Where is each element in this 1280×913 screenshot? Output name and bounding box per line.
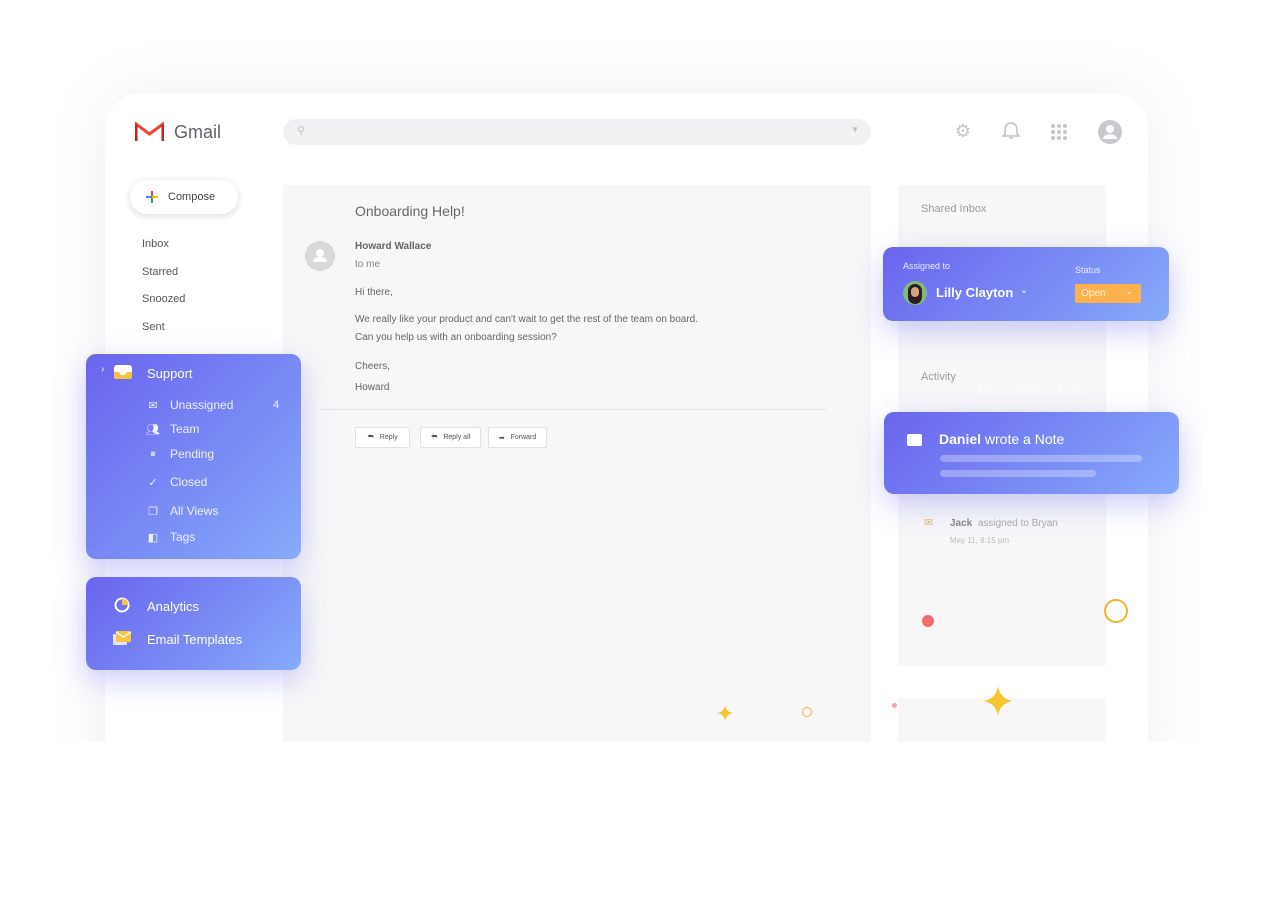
support-item-team[interactable]: 👥︎ Team bbox=[146, 422, 199, 436]
email-templates-link[interactable]: Email Templates bbox=[147, 632, 242, 647]
gear-icon[interactable]: ⚙ bbox=[952, 120, 974, 142]
bottom-fade bbox=[0, 742, 1280, 913]
placeholder-line bbox=[940, 455, 1142, 462]
chevron-right-icon[interactable]: › bbox=[101, 364, 104, 375]
support-item-tags[interactable]: ◧ Tags bbox=[146, 530, 196, 544]
plus-icon bbox=[146, 191, 158, 203]
account-icon[interactable] bbox=[1098, 120, 1122, 149]
note-card: Daniel wrote a Note bbox=[884, 412, 1179, 494]
apps-grid-icon[interactable] bbox=[1050, 123, 1068, 146]
chevron-down-icon: ⌄ bbox=[1125, 286, 1133, 296]
ghost-note-text: Daniel wrote a Note bbox=[978, 383, 1084, 397]
unassigned-count: 4 bbox=[273, 399, 280, 411]
extras-card: Analytics Email Templates bbox=[86, 577, 301, 670]
email-subject: Onboarding Help! bbox=[355, 203, 465, 219]
chevron-down-icon[interactable]: ⌄ bbox=[1020, 285, 1028, 296]
analytics-link[interactable]: Analytics bbox=[147, 599, 199, 614]
body-line: We really like your product and can't wa… bbox=[355, 314, 699, 325]
status-value: Open bbox=[1081, 288, 1106, 299]
signature: Howard bbox=[355, 382, 390, 393]
reply-all-button[interactable]: ⮪ Reply all bbox=[420, 427, 481, 448]
team-icon: 👥︎ bbox=[146, 423, 160, 436]
decor-ring bbox=[802, 707, 812, 717]
support-inbox-card: › Support ✉ Unassigned 4 👥︎ Team ⏸︎ Pending… bbox=[86, 354, 301, 559]
nav-sent[interactable]: Sent bbox=[142, 321, 165, 333]
app-name: Gmail bbox=[174, 122, 222, 142]
nav-inbox[interactable]: Inbox bbox=[142, 238, 169, 250]
nav-starred[interactable]: Starred bbox=[142, 266, 178, 278]
divider bbox=[320, 409, 826, 410]
support-item-unassigned[interactable]: ✉ Unassigned bbox=[146, 398, 233, 412]
assignee-avatar bbox=[903, 281, 927, 305]
activity-time: May 11, 8:15 pm bbox=[950, 536, 1009, 545]
support-title[interactable]: Support bbox=[147, 366, 193, 381]
sender-name: Howard Wallace bbox=[355, 241, 432, 252]
status-dropdown[interactable]: Open ⌄ bbox=[1075, 284, 1141, 303]
note-text: wrote a Note bbox=[981, 431, 1065, 447]
reply-button[interactable]: ⮪ Reply bbox=[355, 427, 410, 448]
activity-actor: Jack bbox=[950, 518, 973, 529]
email-templates-icon bbox=[113, 631, 131, 645]
signoff: Cheers, bbox=[355, 361, 391, 372]
reply-icon: ⮪ bbox=[367, 433, 374, 441]
inbox-tray-icon bbox=[114, 365, 132, 379]
chevron-down-icon[interactable]: ▼ bbox=[851, 125, 859, 134]
support-item-closed[interactable]: ✓ Closed bbox=[146, 475, 207, 489]
recipient: to me bbox=[355, 259, 381, 270]
compose-label: Compose bbox=[168, 191, 216, 203]
assignment-card: Assigned to Lilly Clayton ⌄ Status Open … bbox=[883, 247, 1169, 321]
tag-icon: ◧ bbox=[147, 531, 159, 544]
status-label: Status bbox=[1075, 265, 1101, 275]
gmail-logo-icon bbox=[135, 121, 164, 141]
sender-avatar bbox=[305, 241, 335, 271]
support-item-pending[interactable]: ⏸︎ Pending bbox=[146, 447, 214, 461]
inbox-icon: ✉ bbox=[924, 517, 934, 529]
activity-title: Activity bbox=[921, 371, 956, 383]
body-line: Can you help us with an onboarding sessi… bbox=[355, 332, 557, 343]
bell-icon[interactable] bbox=[1000, 120, 1022, 142]
shared-inbox-title: Shared Inbox bbox=[921, 203, 987, 215]
compose-button[interactable]: Compose bbox=[130, 180, 238, 214]
sparkle-icon bbox=[983, 686, 1013, 716]
copy-icon: ❐ bbox=[148, 505, 158, 518]
placeholder-line bbox=[940, 470, 1096, 477]
email-view bbox=[283, 185, 871, 785]
assigned-label: Assigned to bbox=[903, 261, 951, 271]
check-circle-icon: ✓ bbox=[148, 476, 158, 489]
nav-snoozed[interactable]: Snoozed bbox=[142, 293, 185, 305]
activity-text: assigned to Bryan bbox=[977, 518, 1058, 529]
support-item-all-views[interactable]: ❐ All Views bbox=[146, 504, 218, 518]
decor-ring bbox=[1104, 599, 1128, 623]
note-author: Daniel bbox=[939, 431, 982, 447]
decor-dot bbox=[922, 615, 934, 627]
pause-icon: ⏸︎ bbox=[150, 447, 156, 460]
envelope-open-icon: ✉ bbox=[148, 399, 158, 412]
pie-chart-icon bbox=[114, 597, 130, 613]
reply-all-icon: ⮪ bbox=[430, 433, 438, 441]
greeting: Hi there, bbox=[355, 287, 393, 298]
search-input[interactable]: ⚲ ▼ bbox=[283, 119, 871, 145]
comment-icon bbox=[907, 434, 922, 446]
decor-dot bbox=[892, 703, 897, 708]
forward-icon: ➡ bbox=[498, 434, 505, 442]
search-icon: ⚲ bbox=[297, 125, 306, 137]
assignee-name[interactable]: Lilly Clayton bbox=[936, 285, 1013, 300]
forward-button[interactable]: ➡ Forward bbox=[488, 427, 547, 448]
sparkle-icon bbox=[717, 705, 733, 721]
